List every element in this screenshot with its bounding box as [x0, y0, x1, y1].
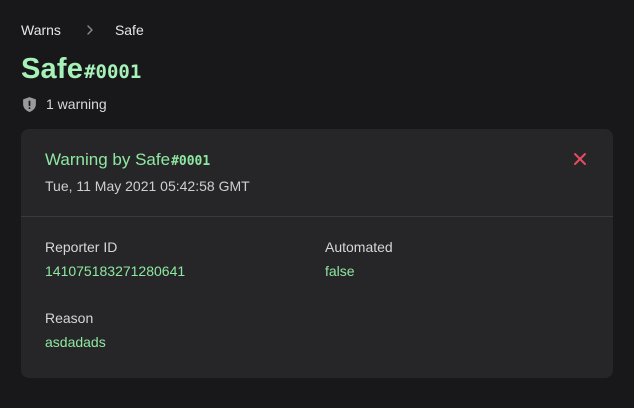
warning-card-date: Tue, 11 May 2021 05:42:58 GMT: [45, 178, 250, 194]
reporter-id-field: Reporter ID 141075183271280641: [45, 239, 325, 281]
page-title: Safe #0001: [21, 53, 613, 85]
breadcrumb: Warns Safe: [21, 20, 613, 40]
reporter-id-value: 141075183271280641: [45, 263, 186, 279]
page-title-discriminator: #0001: [84, 61, 142, 83]
warning-count: 1 warning: [21, 95, 613, 113]
automated-field: Automated false: [325, 239, 589, 281]
reason-value: asdadads: [45, 334, 106, 350]
warns-page: Warns Safe Safe #0001 1 warning Warning …: [0, 0, 634, 408]
shield-alert-icon: [21, 96, 38, 113]
warning-card-title-discriminator: #0001: [171, 154, 211, 169]
page-title-username: Safe: [21, 53, 84, 85]
warning-count-text: 1 warning: [46, 96, 107, 112]
warning-card-title-username: Safe: [135, 150, 171, 169]
close-icon[interactable]: [573, 152, 587, 166]
automated-label: Automated: [325, 239, 393, 255]
reason-label: Reason: [45, 310, 94, 326]
breadcrumb-current: Safe: [114, 22, 144, 38]
chevron-right-icon: [75, 25, 105, 35]
warning-card-title-prefix: Warning by: [45, 150, 136, 169]
reason-field: Reason asdadads: [45, 310, 325, 352]
warning-fields: Reporter ID 141075183271280641 Automated…: [45, 239, 589, 352]
warning-card: Warning by Safe #0001 Tue, 11 May 2021 05…: [21, 129, 613, 378]
warning-card-body: Reporter ID 141075183271280641 Automated…: [21, 217, 613, 352]
warning-card-title: Warning by Safe #0001: [45, 150, 589, 172]
automated-value: false: [325, 263, 355, 279]
breadcrumb-warns-link[interactable]: Warns: [21, 22, 61, 38]
reporter-id-label: Reporter ID: [45, 239, 118, 255]
warning-card-header: Warning by Safe #0001 Tue, 11 May 2021 05…: [21, 129, 613, 217]
